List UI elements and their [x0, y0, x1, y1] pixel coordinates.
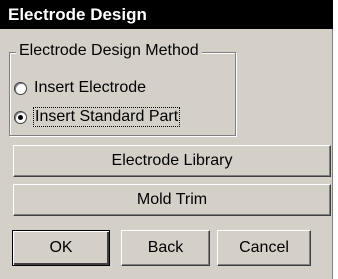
radio-selected-dot: [18, 114, 23, 120]
back-button[interactable]: Back: [121, 230, 210, 266]
ok-button[interactable]: OK: [12, 230, 110, 266]
radio-insert-standard-part-label: Insert Standard Part: [32, 107, 181, 127]
cancel-button[interactable]: Cancel: [217, 230, 311, 266]
mold-trim-button[interactable]: Mold Trim: [13, 184, 331, 216]
design-method-legend: Electrode Design Method: [16, 40, 202, 62]
radio-insert-standard-part[interactable]: Insert Standard Part: [14, 106, 181, 128]
radio-insert-electrode-label: Insert Electrode: [34, 79, 147, 96]
radio-insert-electrode-button[interactable]: [14, 81, 27, 95]
dialog-title: Electrode Design: [0, 0, 333, 29]
electrode-library-button[interactable]: Electrode Library: [13, 145, 331, 177]
radio-insert-electrode[interactable]: Insert Electrode: [14, 77, 146, 99]
radio-insert-standard-part-button[interactable]: [14, 110, 27, 124]
electrode-design-dialog: Electrode Design Electrode Design Method…: [0, 0, 333, 279]
